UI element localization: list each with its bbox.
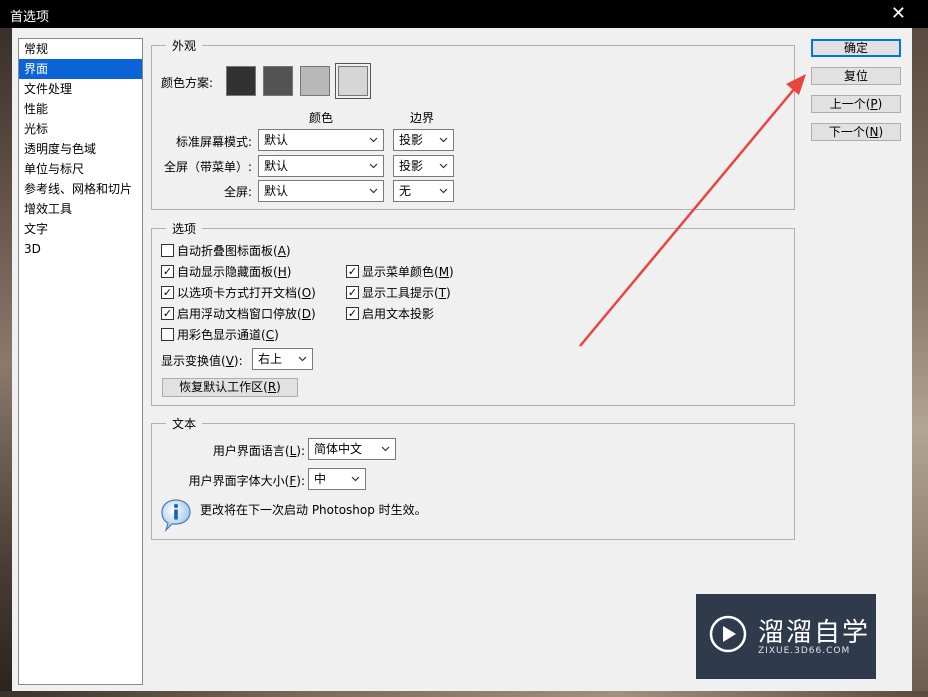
fullscreen-menu-label: 全屏（带菜单）: [163,160,252,174]
ui-language-label: 用户界面语言(L): [212,444,305,458]
close-icon[interactable]: ✕ [891,3,906,24]
sidebar-item-performance[interactable]: 性能 [19,99,142,119]
sidebar-item-3d[interactable]: 3D [19,239,142,259]
options-group: 选项 自动折叠图标面板(A) ✓ 自动显示隐藏面板(H) ✓ 以选项卡方式打开文… [151,220,795,406]
ui-font-size-select[interactable]: 中 [308,468,366,490]
chevron-down-icon [298,349,307,369]
checkmark-icon: ✓ [161,286,174,299]
chevron-down-icon [381,439,390,459]
ui-font-size-label: 用户界面字体大小(F): [188,474,305,488]
chevron-down-icon [351,469,360,489]
sidebar-item-transparency-gamut[interactable]: 透明度与色域 [19,139,142,159]
chevron-down-icon [439,130,448,150]
previous-button[interactable]: 上一个(P) [811,95,901,113]
info-icon [160,498,192,535]
text-drop-shadow-checkbox[interactable]: ✓ 启用文本投影 [346,305,434,322]
transform-values-select[interactable]: 右上 [252,348,313,370]
column-header-border: 边界 [410,111,435,125]
color-scheme-swatch-2[interactable] [263,66,293,96]
sidebar-item-type[interactable]: 文字 [19,219,142,239]
sidebar-item-units-rulers[interactable]: 单位与标尺 [19,159,142,179]
ok-button[interactable]: 确定 [811,39,901,57]
column-header-color: 颜色 [309,111,334,125]
show-tooltips-checkbox[interactable]: ✓ 显示工具提示(T) [346,284,451,301]
text-legend: 文本 [166,415,203,432]
transform-values-label: 显示变换值(V): [161,354,243,368]
color-channels-checkbox[interactable]: 用彩色显示通道(C) [161,326,279,343]
appearance-legend: 外观 [166,37,203,54]
fullscreen-menu-color-select[interactable]: 默认 [258,155,384,177]
title-bar: 首选项 ✕ [0,0,928,28]
color-scheme-swatch-3[interactable] [300,66,330,96]
color-scheme-label: 颜色方案: [161,76,214,90]
category-list: 常规 界面 文件处理 性能 光标 透明度与色域 单位与标尺 参考线、网格和切片 … [18,38,143,685]
checkmark-icon: ✓ [346,307,359,320]
checkmark-icon: ✓ [161,265,174,278]
background-photo-bottom [0,691,928,697]
checkbox-box [161,328,174,341]
options-legend: 选项 [166,220,203,237]
sidebar-item-general[interactable]: 常规 [19,39,142,59]
ui-language-select[interactable]: 简体中文 [308,438,396,460]
floating-window-docking-checkbox[interactable]: ✓ 启用浮动文档窗口停放(D) [161,305,316,322]
next-button[interactable]: 下一个(N) [811,123,901,141]
auto-collapse-panels-checkbox[interactable]: 自动折叠图标面板(A) [161,242,291,259]
chevron-down-icon [369,156,378,176]
checkmark-icon: ✓ [346,265,359,278]
chevron-down-icon [369,181,378,201]
standard-screen-color-select[interactable]: 默认 [258,129,384,151]
fullscreen-border-select[interactable]: 无 [393,180,454,202]
text-group: 文本 用户界面语言(L): 简体中文 用户界面字体大小(F): 中 更改将在下一… [151,415,795,540]
color-scheme-swatch-4[interactable] [335,63,371,99]
restart-info-text: 更改将在下一次启动 Photoshop 时生效。 [200,503,427,517]
standard-screen-label: 标准屏幕模式: [175,135,252,149]
chevron-down-icon [439,181,448,201]
watermark: 溜溜自学 ZIXUE.3D66.COM [696,594,876,679]
chevron-down-icon [439,156,448,176]
background-photo-left [0,28,12,697]
sidebar-item-interface[interactable]: 界面 [19,59,142,79]
checkbox-box [161,244,174,257]
appearance-group: 外观 颜色方案: 颜色 边界 标准屏幕模式: 默认 投影 全屏（带菜单）: 默认… [151,37,795,210]
fullscreen-label: 全屏: [223,185,252,199]
reset-button[interactable]: 复位 [811,67,901,85]
fullscreen-menu-border-select[interactable]: 投影 [393,155,454,177]
play-logo-icon [708,614,748,657]
show-menu-colors-checkbox[interactable]: ✓ 显示菜单颜色(M) [346,263,454,280]
sidebar-item-cursors[interactable]: 光标 [19,119,142,139]
background-photo-right [912,28,928,697]
checkmark-icon: ✓ [161,307,174,320]
watermark-title: 溜溜自学 [758,618,871,648]
preferences-dialog: 常规 界面 文件处理 性能 光标 透明度与色域 单位与标尺 参考线、网格和切片 … [12,28,912,691]
watermark-subtitle: ZIXUE.3D66.COM [758,646,851,656]
standard-screen-border-select[interactable]: 投影 [393,129,454,151]
open-as-tabs-checkbox[interactable]: ✓ 以选项卡方式打开文档(O) [161,284,316,301]
reset-workspace-button[interactable]: 恢复默认工作区(R) [162,378,298,397]
chevron-down-icon [369,130,378,150]
sidebar-item-file-handling[interactable]: 文件处理 [19,79,142,99]
sidebar-item-plugins[interactable]: 增效工具 [19,199,142,219]
color-scheme-swatch-1[interactable] [226,66,256,96]
checkmark-icon: ✓ [346,286,359,299]
fullscreen-color-select[interactable]: 默认 [258,180,384,202]
window-title: 首选项 [10,10,50,25]
sidebar-item-guides-grid-slices[interactable]: 参考线、网格和切片 [19,179,142,199]
auto-show-hidden-panels-checkbox[interactable]: ✓ 自动显示隐藏面板(H) [161,263,291,280]
